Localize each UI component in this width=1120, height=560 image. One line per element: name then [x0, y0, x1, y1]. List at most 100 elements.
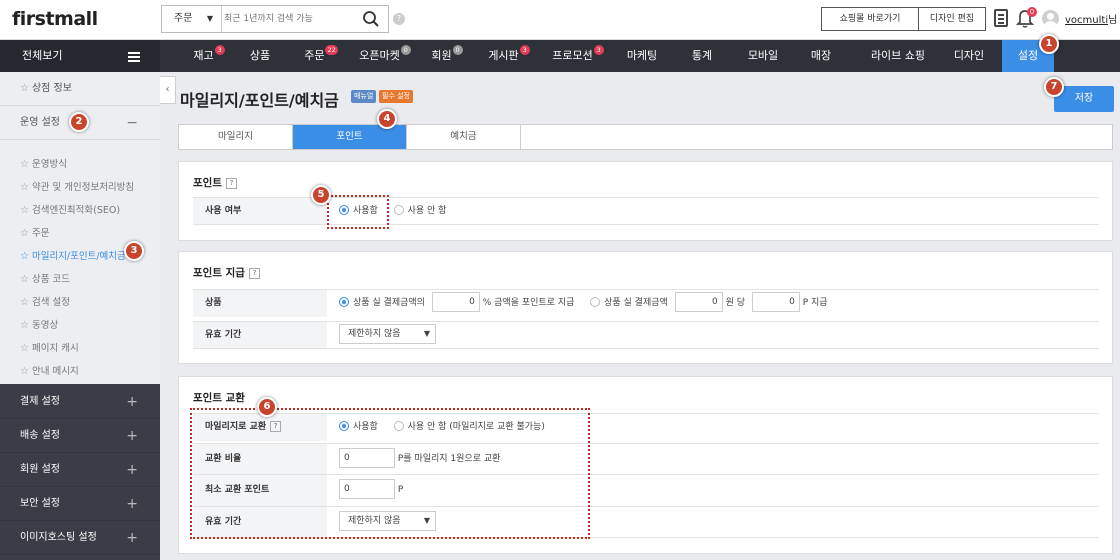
sidebar-group-member[interactable]: 회원 설정 + — [0, 453, 160, 487]
option-text: 원 당 — [725, 298, 745, 308]
plus-icon[interactable]: + — [126, 419, 138, 453]
nav-board[interactable]: 게시판 3 — [482, 40, 536, 72]
star-icon[interactable]: ☆ — [20, 159, 29, 170]
point-input[interactable]: 0 — [751, 291, 800, 312]
search-icon[interactable] — [362, 10, 380, 28]
row-label: 상품 — [193, 290, 327, 317]
tab-point[interactable]: 포인트 — [293, 125, 407, 149]
document-icon[interactable] — [994, 9, 1008, 27]
top-nav: 전체보기 재고 3 상품 주문 22 오픈마켓 0 회원 0 게시판 3 프로모션 3 마케… — [0, 40, 1120, 72]
minus-icon[interactable]: − — [126, 106, 138, 140]
nav-label: 게시판 — [488, 49, 519, 62]
search-input[interactable] — [224, 8, 354, 30]
section-title-text: 포인트 지급 — [193, 267, 245, 279]
star-icon[interactable]: ☆ — [20, 366, 29, 377]
row-label: 사용 여부 — [193, 198, 327, 224]
nav-openmarket[interactable]: 오픈마켓 0 — [355, 40, 415, 72]
logo[interactable]: firstmall — [12, 8, 98, 30]
row-value: 제한하지 않음 ▼ — [339, 322, 436, 348]
sidebar-subitem[interactable]: ☆ 안내 메시지 — [20, 363, 79, 377]
row-product: 상품 상품 실 결제금액의 0 % 금액을 포인트로 지급 상품 실 결제금액 … — [193, 289, 1099, 317]
nav-mobile[interactable]: 모바일 — [739, 40, 787, 72]
sidebar-subitem[interactable]: ☆ 페이지 캐시 — [20, 340, 79, 354]
star-icon[interactable]: ☆ — [20, 182, 29, 193]
nav-label: 프로모션 — [552, 49, 593, 62]
design-edit-button[interactable]: 디자인 편집 — [918, 7, 986, 31]
sidebar-group-security[interactable]: 보안 설정 + — [0, 487, 160, 521]
header: firstmall 주문 ▼ ? 쇼핑몰 바로가기 디자인 편집 0 vocmu… — [0, 0, 1120, 40]
help-icon[interactable]: ? — [393, 13, 405, 25]
sidebar-subitem-label: 주문 — [31, 228, 50, 239]
nav-label: 설정 — [1017, 49, 1039, 62]
all-view-menu[interactable]: 전체보기 — [0, 40, 160, 72]
sidebar-subitem[interactable]: ☆ 운영방식 — [20, 156, 67, 170]
sidebar-collapse-button[interactable]: ‹ — [160, 76, 176, 104]
sidebar-subitem[interactable]: ☆ 상품 코드 — [20, 271, 70, 285]
nav-members[interactable]: 회원 0 — [425, 40, 469, 72]
sidebar-group-image-hosting[interactable]: 이미지호스팅 설정 + — [0, 521, 160, 555]
sidebar-subitem[interactable]: ☆ 검색 설정 — [20, 294, 70, 308]
star-icon[interactable]: ☆ — [20, 343, 29, 354]
star-icon[interactable]: ☆ — [20, 205, 29, 216]
nav-label: 디자인 — [953, 49, 985, 62]
user-menu[interactable]: vocmulti님 — [1065, 11, 1117, 26]
callout-badge-3: 3 — [124, 241, 144, 261]
shop-link-button[interactable]: 쇼핑몰 바로가기 — [821, 7, 919, 31]
nav-design[interactable]: 디자인 — [947, 40, 991, 72]
radio-no-use[interactable] — [393, 204, 404, 215]
nav-inventory[interactable]: 재고 3 — [185, 40, 233, 72]
nav-marketing[interactable]: 마케팅 — [618, 40, 666, 72]
nav-store[interactable]: 매장 — [800, 40, 842, 72]
star-icon[interactable]: ☆ — [20, 297, 29, 308]
sidebar-subitem[interactable]: ☆ 약관 및 개인정보처리방침 — [20, 179, 134, 193]
tab-deposit[interactable]: 예치금 — [407, 125, 521, 149]
manual-tag[interactable]: 매뉴얼 — [351, 90, 377, 103]
tab-mileage[interactable]: 마일리지 — [179, 125, 293, 149]
sidebar-group-payment[interactable]: 결제 설정 + — [0, 385, 160, 419]
plus-icon[interactable]: + — [126, 453, 138, 487]
percent-input[interactable]: 0 — [431, 291, 480, 312]
sidebar-group-label: 배송 설정 — [20, 430, 60, 441]
sidebar-subitem[interactable]: ☆ 주문 — [20, 225, 49, 239]
section-title: 포인트 지급? — [193, 265, 260, 280]
sidebar-subitem-label: 마일리지/포인트/예치금 — [31, 251, 126, 262]
nav-stats[interactable]: 통계 — [681, 40, 723, 72]
sidebar-subitem-label: 동영상 — [31, 320, 59, 331]
nav-products[interactable]: 상품 — [239, 40, 281, 72]
star-icon[interactable]: ☆ — [20, 228, 29, 239]
section-title-text: 포인트 — [193, 177, 222, 189]
star-icon[interactable]: ☆ — [20, 83, 29, 94]
sidebar-subitem[interactable]: ☆ 검색엔진최적화(SEO) — [20, 202, 120, 216]
search-category-select[interactable]: 주문 ▼ — [162, 6, 222, 32]
sidebar-subitem-label: 안내 메시지 — [31, 366, 79, 377]
plus-icon[interactable]: + — [126, 385, 138, 419]
sidebar-group-shipping[interactable]: 배송 설정 + — [0, 419, 160, 453]
help-icon[interactable]: ? — [248, 267, 260, 279]
validity-select[interactable]: 제한하지 않음 ▼ — [339, 323, 436, 344]
section-title-text: 포인트 교환 — [193, 392, 245, 404]
sidebar-item-shop-info[interactable]: ☆ 상점 정보 — [0, 72, 160, 106]
nav-promotion[interactable]: 프로모션 3 — [547, 40, 609, 72]
nav-orders[interactable]: 주문 22 — [297, 40, 345, 72]
plus-icon[interactable]: + — [126, 487, 138, 521]
sidebar-subitem-mileage[interactable]: ☆ 마일리지/포인트/예치금 — [20, 248, 126, 262]
nav-badge: 3 — [593, 45, 604, 55]
nav-live-shopping[interactable]: 라이브 쇼핑 — [858, 40, 938, 72]
username[interactable]: vocmulti — [1065, 15, 1108, 26]
avatar[interactable] — [1042, 10, 1059, 27]
amount-input[interactable]: 0 — [674, 291, 723, 312]
star-icon[interactable]: ☆ — [20, 320, 29, 331]
sidebar-subitem[interactable]: ☆ 동영상 — [20, 317, 58, 331]
star-icon[interactable]: ☆ — [20, 251, 29, 262]
radio-per-amount[interactable] — [590, 296, 601, 307]
sidebar-subitem-label: 검색엔진최적화(SEO) — [31, 205, 121, 216]
callout-badge-1: 1 — [1039, 34, 1059, 54]
tab-bar: 마일리지 포인트 예치금 — [178, 124, 1113, 150]
hamburger-icon[interactable] — [128, 52, 140, 54]
required-tag: 필수 설정 — [379, 90, 413, 103]
help-icon[interactable]: ? — [225, 177, 237, 189]
plus-icon[interactable]: + — [126, 521, 138, 555]
radio-percent[interactable] — [339, 296, 349, 307]
nav-label: 주문 — [304, 49, 325, 62]
star-icon[interactable]: ☆ — [20, 274, 29, 285]
